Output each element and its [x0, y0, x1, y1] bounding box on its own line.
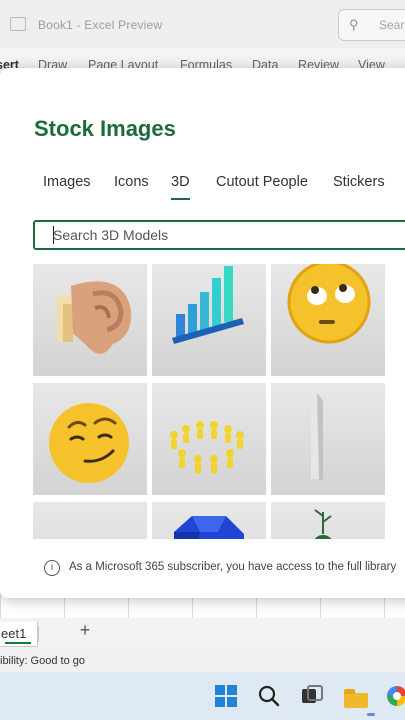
sheet-tab-divider: [38, 626, 39, 642]
tab-3d[interactable]: 3D: [171, 174, 190, 200]
tab-icons[interactable]: Icons: [114, 174, 149, 190]
add-sheet-button[interactable]: +: [75, 620, 95, 641]
taskbar: [0, 672, 405, 720]
blue-gem-model-tile[interactable]: [152, 502, 266, 539]
title-bar: Book1 - Excel Preview ⚲ Sear: [0, 0, 405, 48]
blank-model-tile[interactable]: [33, 502, 147, 539]
stock-images-dialog: Stock Images Images Icons 3D Cutout Peop…: [0, 68, 405, 598]
search-3d-models[interactable]: [33, 220, 405, 250]
bar-chart-model-tile[interactable]: [152, 264, 266, 376]
ear-model-tile[interactable]: [33, 264, 147, 376]
dialog-tabs: Images Icons 3D Cutout People Stickers: [0, 172, 405, 206]
plant-pot-model-tile[interactable]: [271, 502, 385, 539]
tab-stickers[interactable]: Stickers: [333, 174, 385, 190]
smirk-emoji-model-tile[interactable]: [33, 383, 147, 495]
sheet-tab-bar: eet1 +: [0, 618, 405, 650]
window-title: Book1 - Excel Preview: [38, 18, 163, 32]
document-title: Book1 - Excel Preview: [10, 17, 162, 32]
sheet-tab[interactable]: eet1: [0, 622, 38, 647]
info-icon: i: [44, 560, 60, 576]
search-icon[interactable]: [254, 680, 286, 712]
search-box[interactable]: ⚲ Sear: [338, 9, 405, 41]
task-view-icon[interactable]: [296, 680, 328, 712]
windows-icon[interactable]: [210, 680, 242, 712]
search-placeholder: Sear: [379, 18, 405, 32]
dialog-title: Stock Images: [34, 116, 176, 141]
worksheet-grid[interactable]: [0, 596, 405, 618]
search-icon: ⚲: [349, 17, 359, 32]
subscriber-notice: i As a Microsoft 365 subscriber, you hav…: [44, 558, 405, 578]
accessibility-status[interactable]: ibility: Good to go: [0, 655, 85, 667]
subscriber-notice-text: As a Microsoft 365 subscriber, you have …: [69, 561, 397, 573]
save-icon[interactable]: [10, 17, 26, 31]
tab-images[interactable]: Images: [43, 174, 91, 190]
obelisk-model-tile[interactable]: [271, 383, 385, 495]
chrome-icon[interactable]: [385, 680, 405, 712]
file-explorer-icon[interactable]: [340, 680, 375, 716]
people-circle-model-tile[interactable]: [152, 383, 266, 495]
eye-roll-emoji-model-tile[interactable]: [271, 264, 385, 376]
model-grid: [33, 264, 405, 539]
status-bar: ibility: Good to go: [0, 650, 405, 672]
tab-cutout-people[interactable]: Cutout People: [216, 174, 308, 190]
search-input[interactable]: [53, 226, 393, 244]
